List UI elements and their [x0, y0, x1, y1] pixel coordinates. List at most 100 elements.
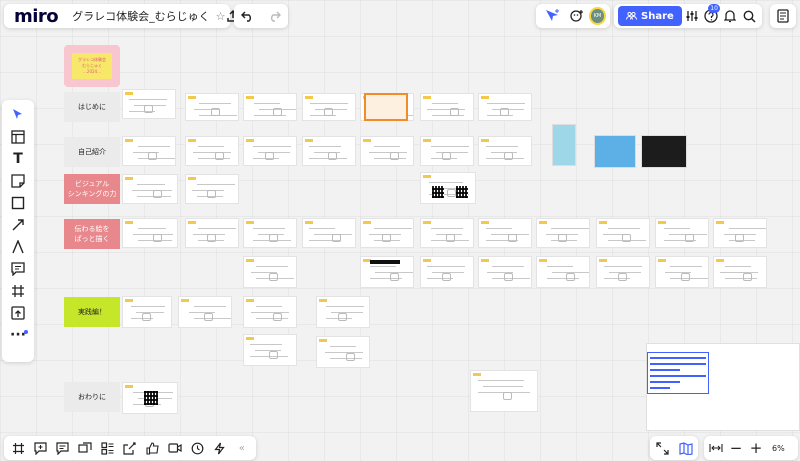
sticky-note-icon[interactable] [3, 170, 33, 192]
board-frame-thumbnail[interactable] [470, 370, 538, 412]
pen-icon[interactable] [3, 236, 33, 258]
board-image[interactable] [552, 124, 576, 166]
more-icon[interactable]: ··· [3, 324, 33, 346]
screen-share-icon[interactable] [75, 435, 95, 461]
frame-tag [658, 221, 666, 224]
board-frame-thumbnail[interactable] [178, 296, 232, 328]
board-image[interactable] [641, 135, 687, 168]
section-label-visual-thinking[interactable]: ビジュアル シンキングの力 [64, 174, 120, 204]
board-frame-thumbnail[interactable] [478, 93, 532, 121]
board-frame-thumbnail[interactable] [360, 136, 414, 166]
board-image[interactable] [594, 135, 636, 168]
user-avatar[interactable]: KM [588, 7, 606, 25]
miro-logo[interactable]: miro [4, 6, 66, 27]
board-frame-thumbnail[interactable] [185, 218, 239, 248]
notes-panel [770, 4, 796, 28]
board-frame-thumbnail[interactable] [316, 336, 370, 368]
board-frame-thumbnail[interactable] [122, 218, 178, 248]
search-icon[interactable] [741, 3, 758, 29]
line-icon[interactable] [3, 214, 33, 236]
timer-icon[interactable] [187, 435, 207, 461]
board-frame-thumbnail[interactable] [420, 136, 474, 166]
shape-icon[interactable] [3, 192, 33, 214]
board-frame-thumbnail[interactable] [596, 256, 650, 288]
board-frame-thumbnail[interactable] [478, 218, 532, 248]
lightning-icon[interactable] [209, 435, 229, 461]
fit-width-icon[interactable] [706, 435, 726, 461]
board-frame-thumbnail[interactable] [243, 296, 297, 328]
undo-icon[interactable] [235, 3, 261, 29]
share-button[interactable]: Share [618, 6, 682, 26]
crop-frame-icon[interactable] [3, 280, 33, 302]
zoom-level[interactable]: 6% [766, 444, 791, 453]
board-frame-thumbnail[interactable] [420, 218, 474, 248]
comments-icon[interactable] [30, 435, 50, 461]
board-frame-thumbnail[interactable] [536, 256, 590, 288]
map-icon[interactable] [674, 435, 698, 461]
board-frame-thumbnail[interactable] [478, 136, 532, 166]
video-icon[interactable] [165, 435, 185, 461]
board-frame-thumbnail[interactable] [122, 174, 178, 204]
layouts-icon[interactable] [97, 435, 117, 461]
zoom-in-icon[interactable]: + [746, 435, 766, 461]
comment-icon[interactable] [3, 258, 33, 280]
add-reaction-icon[interactable] [564, 3, 588, 29]
board-frame-thumbnail[interactable] [243, 256, 297, 288]
board-frame-thumbnail[interactable] [122, 89, 176, 119]
section-label-owarini[interactable]: おわりに [64, 382, 120, 412]
board-frame-thumbnail[interactable] [122, 136, 176, 166]
board-frame-thumbnail[interactable] [243, 136, 297, 166]
select-icon[interactable] [3, 104, 33, 126]
fit-screen-icon[interactable] [650, 435, 674, 461]
chat-icon[interactable] [53, 435, 73, 461]
frame-tag [188, 139, 196, 142]
board-frame-thumbnail[interactable] [185, 93, 239, 121]
board-frame-thumbnail[interactable] [122, 296, 172, 328]
collapse-icon[interactable]: « [232, 435, 252, 461]
board-frame-thumbnail[interactable] [713, 218, 767, 248]
redo-icon[interactable] [261, 3, 287, 29]
zoom-out-icon[interactable]: − [726, 435, 746, 461]
board-frame-thumbnail[interactable] [478, 256, 532, 288]
section-label-hajimeni[interactable]: はじめに [64, 92, 120, 122]
star-icon[interactable]: ☆ [216, 3, 226, 29]
board-frame-thumbnail[interactable] [420, 93, 474, 121]
bell-icon[interactable] [722, 3, 739, 29]
sketch-figure [328, 152, 337, 160]
board-frame-thumbnail[interactable] [302, 136, 356, 166]
highlighted-slide[interactable] [364, 93, 408, 121]
cursor-icon[interactable] [540, 3, 564, 29]
redacted-bar [370, 260, 400, 264]
help-icon[interactable]: 10 [703, 3, 720, 29]
board-frame-thumbnail[interactable] [316, 296, 370, 328]
title-card[interactable]: グラレコ体験会 むらじゅく …2024… [64, 45, 120, 87]
frame-tag [481, 139, 489, 142]
board-frame-thumbnail[interactable] [243, 334, 297, 366]
section-label-drawing[interactable]: 伝わる絵を ぱっと描く [64, 219, 120, 249]
board-frame-thumbnail[interactable] [713, 256, 767, 288]
settings-sliders-icon[interactable] [684, 3, 701, 29]
board-frame-thumbnail[interactable] [536, 218, 590, 248]
text-icon[interactable]: T [3, 148, 33, 170]
upload-icon[interactable] [3, 302, 33, 324]
board-frame-thumbnail[interactable] [596, 218, 650, 248]
board-frame-thumbnail[interactable] [360, 218, 414, 248]
board-frame-thumbnail[interactable] [420, 256, 474, 288]
section-label-practice[interactable]: 実践編！ [64, 297, 120, 327]
notes-icon[interactable] [770, 3, 796, 29]
like-icon[interactable] [142, 435, 162, 461]
board-frame-thumbnail[interactable] [185, 136, 239, 166]
frames-icon[interactable] [8, 435, 28, 461]
board-frame-thumbnail[interactable] [243, 93, 297, 121]
board-frame-thumbnail[interactable] [302, 93, 356, 121]
minimap[interactable] [646, 343, 800, 431]
board-frame-thumbnail[interactable] [655, 256, 709, 288]
board-frame-thumbnail[interactable] [185, 174, 239, 204]
frame-icon[interactable] [3, 126, 33, 148]
share-out-icon[interactable] [120, 435, 140, 461]
board-frame-thumbnail[interactable] [655, 218, 709, 248]
section-label-jikoshokai[interactable]: 自己紹介 [64, 137, 120, 167]
board-title[interactable]: グラレコ体験会_むらじゅく [66, 8, 216, 24]
board-frame-thumbnail[interactable] [302, 218, 356, 248]
board-frame-thumbnail[interactable] [243, 218, 297, 248]
